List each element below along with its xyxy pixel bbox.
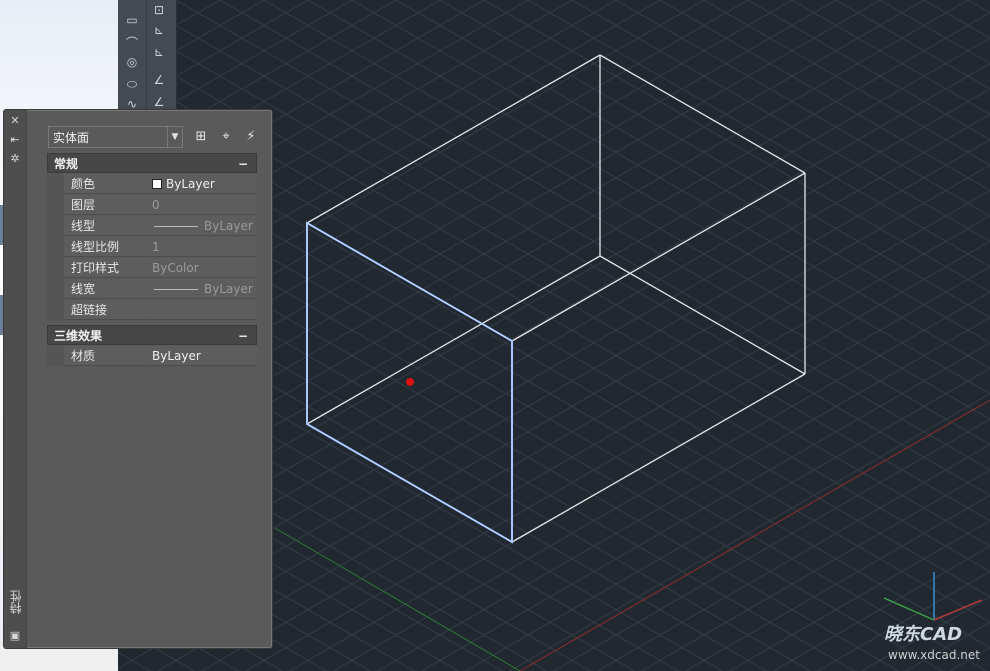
property-value[interactable] — [149, 300, 257, 320]
property-name: 图层 — [64, 195, 148, 215]
linetype-preview — [154, 226, 198, 227]
property-value-text: ByLayer — [204, 219, 253, 233]
left-status-area — [0, 646, 118, 671]
property-row-layer[interactable]: 图层 0 — [64, 195, 257, 216]
ucs-origin-icon[interactable]: ⊾ — [149, 20, 169, 40]
section-label: 常规 — [54, 157, 79, 171]
property-name: 材质 — [64, 346, 148, 366]
ucs-world-icon[interactable]: ⊡ — [149, 0, 169, 20]
palette-titlebar[interactable]: ✕ ⇤ ✲ 特性 ▣ — [4, 110, 27, 648]
modeling-toolbar: ▭ ⌒ ◎ ⬭ ∿ ⊡ ⊾ ⊾ ∠ ∠ — [118, 0, 177, 116]
color-swatch — [152, 178, 162, 189]
property-name: 线宽 — [64, 279, 148, 299]
ucs-face-icon[interactable]: ⊾ — [149, 42, 169, 62]
palette-menu-icon[interactable]: ▣ — [9, 630, 21, 642]
property-row-lineweight[interactable]: 线宽 ByLayer — [64, 279, 257, 300]
property-name: 超链接 — [64, 300, 148, 320]
palette-title: 特性 — [9, 590, 23, 614]
section-label: 三维效果 — [54, 329, 103, 343]
autohide-icon[interactable]: ⇤ — [9, 134, 21, 146]
ucs-view-icon[interactable]: ∠ — [149, 70, 169, 90]
chevron-down-icon[interactable]: ▼ — [167, 127, 182, 147]
watermark-url: www.xdcad.net — [888, 648, 980, 662]
cylinder-icon[interactable]: ⬭ — [122, 74, 142, 94]
property-value[interactable]: 1 — [149, 237, 257, 257]
object-type-value: 实体面 — [53, 131, 90, 145]
watermark-logo: 晓东CAD — [884, 624, 963, 645]
object-type-dropdown[interactable]: 实体面 ▼ — [48, 126, 183, 148]
collapse-icon[interactable]: − — [238, 154, 248, 174]
property-value[interactable]: ByLayer — [149, 279, 257, 299]
section-3d-effects[interactable]: 三维效果 − — [47, 325, 257, 345]
properties-palette[interactable]: ✕ ⇤ ✲ 特性 ▣ 实体面 ▼ ⊞ ⌖ ⚡ 常规 − 颜色 ByLayer 图… — [3, 109, 273, 649]
property-name: 打印样式 — [64, 258, 148, 278]
settings-icon[interactable]: ✲ — [9, 153, 21, 165]
property-value[interactable]: 0 — [149, 195, 257, 215]
property-value-text: ByLayer — [166, 177, 215, 191]
close-icon[interactable]: ✕ — [9, 115, 21, 127]
property-row-linetype-scale[interactable]: 线型比例 1 — [64, 237, 257, 258]
property-row-hyperlink[interactable]: 超链接 — [64, 300, 257, 321]
property-row-color[interactable]: 颜色 ByLayer — [64, 174, 257, 195]
face-grip-marker[interactable] — [406, 378, 414, 386]
row-gutter — [47, 174, 64, 321]
property-value[interactable]: ByLayer — [149, 346, 257, 366]
section-general[interactable]: 常规 − — [47, 153, 257, 173]
pickadd-toggle-icon[interactable]: ⊞ — [191, 128, 211, 146]
property-value[interactable]: ByLayer — [149, 216, 257, 236]
quick-select-icon[interactable]: ⚡ — [241, 128, 261, 146]
property-row-material[interactable]: 材质 ByLayer — [64, 346, 257, 367]
toolbar-separator — [146, 0, 147, 116]
property-name: 线型比例 — [64, 237, 148, 257]
property-name: 颜色 — [64, 174, 148, 194]
row-gutter — [47, 346, 64, 367]
property-value[interactable]: ByColor — [149, 258, 257, 278]
box-icon[interactable]: ▭ — [122, 10, 142, 30]
property-row-linetype[interactable]: 线型 ByLayer — [64, 216, 257, 237]
property-name: 线型 — [64, 216, 148, 236]
lineweight-preview — [154, 289, 198, 290]
collapse-icon[interactable]: − — [238, 326, 248, 346]
property-value[interactable]: ByLayer — [149, 174, 257, 194]
property-value-text: ByLayer — [204, 282, 253, 296]
polysolid-icon[interactable]: ⌒ — [122, 32, 142, 52]
property-row-plotstyle[interactable]: 打印样式 ByColor — [64, 258, 257, 279]
sphere-icon[interactable]: ◎ — [122, 52, 142, 72]
select-objects-icon[interactable]: ⌖ — [216, 128, 236, 146]
